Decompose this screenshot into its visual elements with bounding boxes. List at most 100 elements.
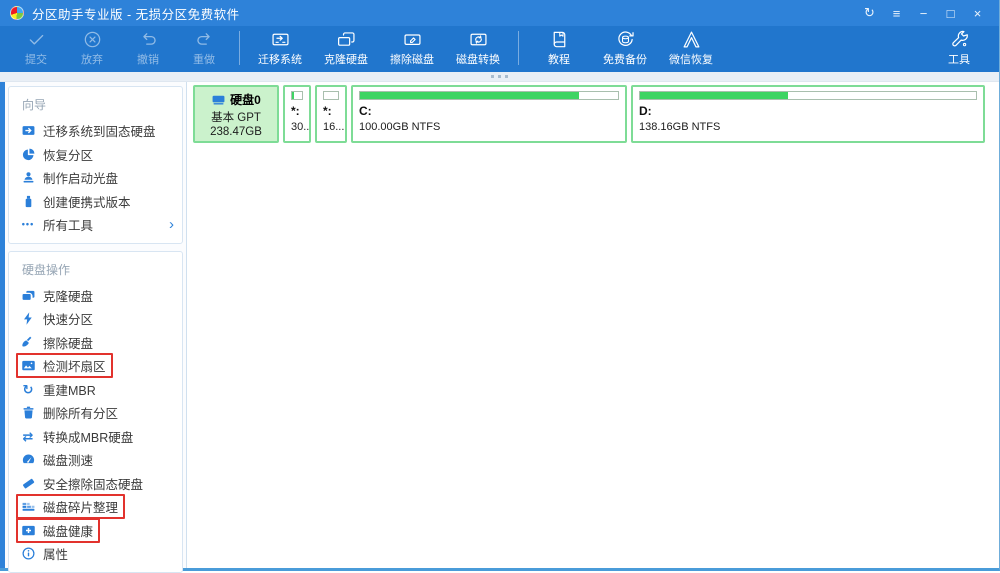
disk-defrag-icon: [20, 499, 36, 514]
sidebar-item-clone-disk[interactable]: 克隆硬盘: [9, 284, 182, 308]
refresh-button[interactable]: ↻: [856, 2, 883, 24]
item-box: 快速分区: [16, 306, 100, 331]
partition-box-2[interactable]: *: 16...: [315, 85, 347, 143]
make-bootable-cd-icon: [20, 170, 36, 185]
backup-icon: [615, 29, 636, 50]
delete-all-partitions-icon: [20, 405, 36, 420]
sidebar-item-rebuild-mbr[interactable]: ↻ 重建MBR: [9, 378, 182, 402]
partition-box-3[interactable]: C: 100.00GB NTFS: [351, 85, 627, 143]
create-portable-version-icon: [20, 194, 36, 209]
toolbar-button-backup[interactable]: 免费备份: [592, 29, 658, 67]
sidebar-item-wipe-disk[interactable]: 擦除硬盘: [9, 331, 182, 355]
toolbar-button-check[interactable]: 提交: [8, 29, 64, 67]
toolbar-button-wrench[interactable]: 工具: [931, 29, 987, 67]
sidebar-item-make-bootable-cd[interactable]: 制作启动光盘: [9, 166, 182, 190]
book-icon: [549, 29, 570, 50]
menu-button[interactable]: ≡: [883, 2, 910, 24]
usage-bar: [291, 91, 303, 100]
maximize-button[interactable]: □: [937, 2, 964, 24]
window-controls: ↻ ≡ − □ ×: [856, 2, 991, 24]
usage-bar: [359, 91, 619, 100]
toolbar-button-undo[interactable]: 撤销: [120, 29, 176, 67]
partition-box-1[interactable]: *: 30...: [283, 85, 311, 143]
convert-icon: [468, 29, 489, 50]
app-logo-icon: [10, 6, 24, 20]
erase-icon: [402, 29, 423, 50]
sidebar-item-delete-all-partitions[interactable]: 删除所有分区: [9, 401, 182, 425]
sidebar-item-secure-erase-ssd[interactable]: 安全擦除固态硬盘: [9, 472, 182, 496]
sidebar-item-properties[interactable]: 属性: [9, 542, 182, 566]
toolbar-group-disk-wizards: 迁移系统 克隆硬盘 擦除磁盘 磁盘转换: [247, 29, 511, 67]
wechat-icon: [681, 29, 702, 50]
partition-label: D:: [639, 104, 652, 118]
recover-partition-icon: [20, 147, 36, 162]
titlebar: 分区助手专业版 - 无损分区免费软件 ↻ ≡ − □ ×: [0, 0, 999, 26]
migrate-os-to-ssd-icon: [20, 123, 36, 138]
sidebar-item-check-bad-sectors[interactable]: 检测坏扇区: [9, 353, 182, 379]
toolbar-button-redo[interactable]: 重做: [176, 29, 232, 67]
toolbar-button-convert[interactable]: 磁盘转换: [445, 29, 511, 67]
highlight-box: 磁盘健康: [16, 517, 101, 543]
clone-disk-icon: [20, 288, 36, 303]
main-area: 硬盘0 基本 GPT 238.47GB *: 30... *: 16... C: 100.…: [187, 82, 999, 568]
sidebar-item-recover-partition[interactable]: 恢复分区: [9, 143, 182, 167]
toolbar: 提交 放弃 撤销 重做 迁移系统 克隆硬盘 擦除磁盘 磁盘转换 教程 免费备份 微信恢复 工具: [0, 26, 999, 72]
sidebar-item-quick-partition[interactable]: 快速分区: [9, 307, 182, 331]
wrench-icon: [949, 29, 970, 50]
toolbar-button-book[interactable]: 教程: [526, 29, 592, 67]
item-box: 迁移系统到固态硬盘: [16, 118, 163, 143]
sidebar-item-disk-defrag[interactable]: 磁盘碎片整理: [9, 494, 182, 520]
toolbar-button-discard[interactable]: 放弃: [64, 29, 120, 67]
app-window: 分区助手专业版 - 无损分区免费软件 ↻ ≡ − □ × 提交 放弃 撤销 重做 迁移系统 克隆硬…: [0, 0, 1000, 573]
rebuild-mbr-icon: ↻: [22, 381, 34, 397]
sidebar-item-disk-speed-test[interactable]: 磁盘测速: [9, 448, 182, 472]
close-button[interactable]: ×: [964, 2, 991, 24]
disk-info-box[interactable]: 硬盘0 基本 GPT 238.47GB: [193, 85, 279, 143]
redo-icon: [194, 29, 215, 50]
secure-erase-ssd-icon: [20, 476, 36, 491]
sidebar-item-migrate-os-to-ssd[interactable]: 迁移系统到固态硬盘: [9, 119, 182, 143]
section-title: 硬盘操作: [22, 262, 71, 277]
disk-size: 238.47GB: [210, 125, 262, 138]
partition-box-4[interactable]: D: 138.16GB NTFS: [631, 85, 985, 143]
partition-label: C:: [359, 104, 372, 118]
sidebar-section-wizard: 向导迁移系统到固态硬盘 恢复分区 制作启动光盘 创建便携式版本 ••• 所有工具 ›: [8, 86, 183, 244]
toolbar-button-clone[interactable]: 克隆硬盘: [313, 29, 379, 67]
partition-size: 100.00GB NTFS: [359, 121, 441, 133]
clone-icon: [336, 29, 357, 50]
item-box: 克隆硬盘: [16, 283, 100, 308]
usage-bar-fill: [292, 92, 295, 99]
sidebar-item-convert-to-mbr[interactable]: ⇄ 转换成MBR硬盘: [9, 425, 182, 449]
minimize-button[interactable]: −: [910, 2, 937, 24]
toolbar-button-erase[interactable]: 擦除磁盘: [379, 29, 445, 67]
all-tools-icon: •••: [21, 219, 35, 230]
toolbar-divider: [239, 31, 240, 65]
toolbar-button-wechat[interactable]: 微信恢复: [658, 29, 724, 67]
usage-bar-fill: [360, 92, 580, 99]
partition-label: *:: [291, 104, 300, 118]
sidebar-section-disk-operations: 硬盘操作克隆硬盘 快速分区 擦除硬盘 检测坏扇区 ↻ 重建MBR 删除所有分区 ⇄ 转换成MBR…: [8, 250, 183, 573]
disk-speed-test-icon: [20, 452, 36, 467]
sidebar-item-create-portable-version[interactable]: 创建便携式版本: [9, 190, 182, 214]
toolbar-divider: [518, 31, 519, 65]
collapse-handle[interactable]: [491, 75, 508, 78]
item-box: ⇄ 转换成MBR硬盘: [16, 424, 140, 449]
highlight-box: 检测坏扇区: [16, 353, 113, 379]
disk-name: 硬盘0: [230, 92, 261, 107]
toolbar-button-migrate[interactable]: 迁移系统: [247, 29, 313, 67]
chevron-right-icon: ›: [169, 216, 174, 234]
item-box: 创建便携式版本: [16, 189, 138, 214]
toolbar-group-extras: 教程 免费备份 微信恢复: [526, 29, 724, 67]
usage-bar: [639, 91, 977, 100]
quick-partition-icon: [20, 311, 36, 326]
wipe-disk-icon: [20, 335, 36, 350]
highlight-box: 磁盘碎片整理: [16, 494, 126, 520]
disk-type: 基本 GPT: [211, 111, 261, 124]
sidebar-item-all-tools[interactable]: ••• 所有工具 ›: [9, 213, 182, 237]
migrate-icon: [270, 29, 291, 50]
item-box: 删除所有分区: [16, 400, 125, 425]
disk-health-icon: [20, 523, 36, 538]
item-box: 恢复分区: [16, 142, 100, 167]
section-title: 向导: [22, 98, 47, 112]
sidebar-item-disk-health[interactable]: 磁盘健康: [9, 517, 182, 543]
